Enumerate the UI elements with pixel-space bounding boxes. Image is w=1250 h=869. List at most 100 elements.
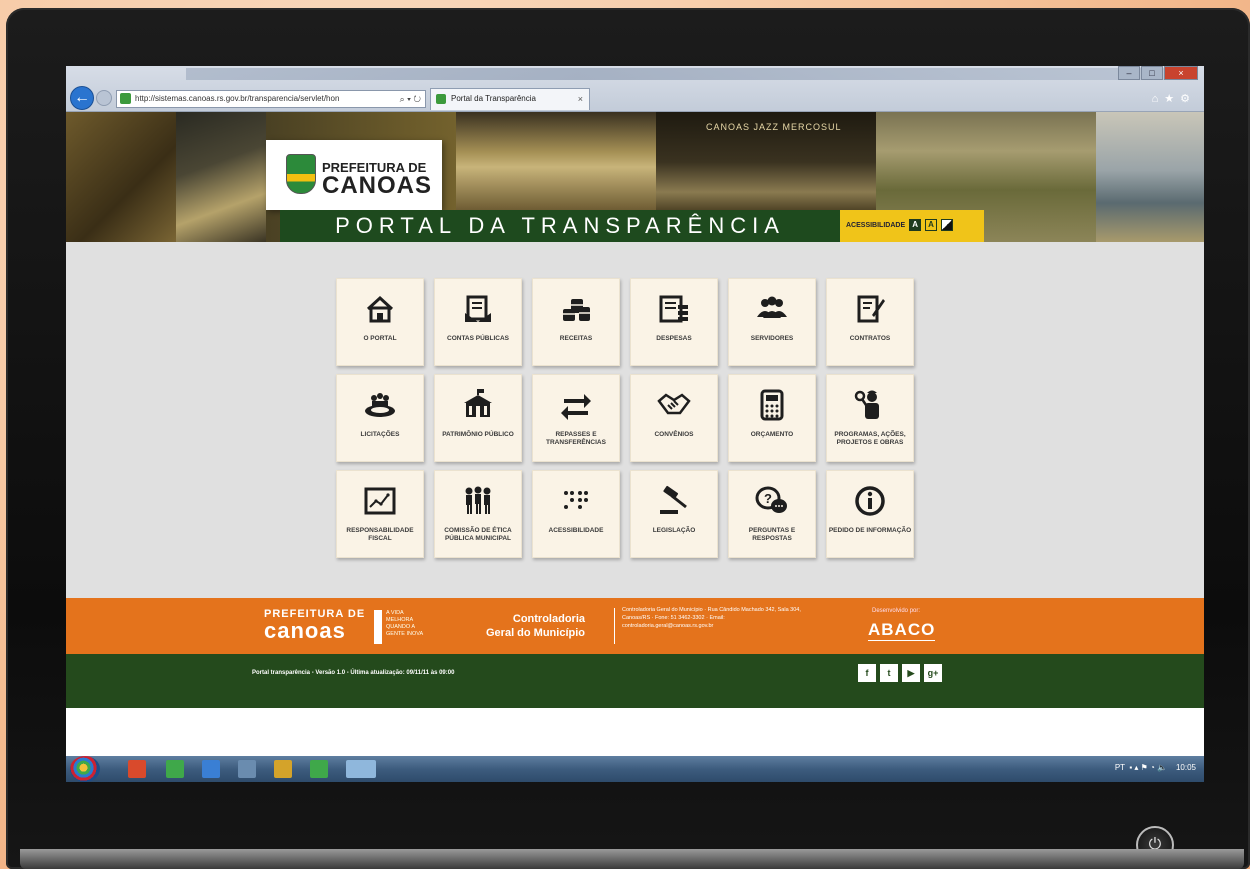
contract-icon (857, 295, 885, 323)
active-tab[interactable]: Portal da Transparência × (430, 88, 590, 110)
start-button[interactable] (70, 756, 100, 782)
spreadsheet-taskbar-icon[interactable] (310, 760, 328, 778)
high-contrast-button[interactable] (940, 219, 953, 232)
menu-tile-7[interactable]: PATRIMÔNIO PÚBLICO (434, 374, 522, 462)
menu-tile-12[interactable]: RESPONSABILIDADE FISCAL (336, 470, 424, 558)
menu-tile-11[interactable]: PROGRAMAS, AÇÕES, PROJETOS E OBRAS (826, 374, 914, 462)
footer-logo[interactable]: PREFEITURA DE canoas A VIDA MELHORA QUAN… (264, 608, 423, 644)
menu-tile-10[interactable]: ORÇAMENTO (728, 374, 816, 462)
tab-favicon-icon (436, 94, 446, 104)
monitor-stand-edge (20, 849, 1244, 869)
menu-tile-4[interactable]: SERVIDORES (728, 278, 816, 366)
version-text: Portal transparência - Versão 1.0 - Últi… (252, 670, 455, 676)
address-url: http://sistemas.canoas.rs.gov.br/transpa… (135, 94, 340, 103)
search-refresh-icon[interactable]: ⌕ ▾ ↻ (400, 91, 421, 107)
prefeitura-logo[interactable]: PREFEITURA DE CANOAS (266, 140, 442, 210)
banner-photo-bridge (1096, 112, 1204, 242)
controladoria-line2: Geral do Município (486, 627, 586, 639)
committee-icon (465, 486, 491, 514)
menu-tile-3[interactable]: DESPESAS (630, 278, 718, 366)
app-taskbar-icon[interactable] (202, 760, 220, 778)
menu-tile-1[interactable]: CONTAS PÚBLICAS (434, 278, 522, 366)
menu-tile-label: RESPONSABILIDADE FISCAL (346, 527, 414, 542)
controladoria-title: Controladoria Geral do Município (486, 612, 585, 640)
coins-icon (563, 299, 590, 321)
banner-photo-building (456, 112, 656, 212)
background-tabs[interactable] (186, 68, 1166, 80)
menu-tile-6[interactable]: LICITAÇÕES (336, 374, 424, 462)
forward-button[interactable] (96, 90, 112, 106)
banner-photo-road (176, 112, 266, 242)
jazz-caption: CANOAS JAZZ MERCOSUL (706, 122, 842, 132)
close-window-button[interactable]: × (1164, 66, 1198, 80)
menu-tile-label: LEGISLAÇÃO (652, 527, 696, 534)
chart-icon (364, 487, 396, 515)
tray-clock[interactable]: 10:05 (1176, 763, 1196, 772)
transfer-icon (561, 394, 591, 420)
tab-title: Portal da Transparência (451, 94, 536, 103)
menu-tile-13[interactable]: COMISSÃO DE ÉTICA PÚBLICA MUNICIPAL (434, 470, 522, 558)
menu-grid: O PORTAL CONTAS PÚBLICAS RECEITAS DESPESAS S… (336, 278, 914, 558)
menu-tile-label: SERVIDORES (750, 335, 794, 342)
site-icon (120, 93, 131, 104)
windows-taskbar: PT ▪ ▴ ⚑ ◔ 🔈 10:05 (66, 756, 1204, 782)
menu-tile-14[interactable]: ACESSIBILIDADE (532, 470, 620, 558)
logo-line2: CANOAS (322, 172, 433, 199)
main-content: O PORTAL CONTAS PÚBLICAS RECEITAS DESPESAS S… (66, 242, 1204, 598)
tab-close-icon[interactable]: × (578, 89, 583, 109)
menu-tile-2[interactable]: RECEITAS (532, 278, 620, 366)
chrome-taskbar-icon[interactable] (128, 760, 146, 778)
menu-tile-0[interactable]: O PORTAL (336, 278, 424, 366)
folder-taskbar-icon[interactable] (274, 760, 292, 778)
back-button[interactable]: ← (70, 86, 94, 110)
menu-tile-5[interactable]: CONTRATOS (826, 278, 914, 366)
youtube-icon[interactable]: ▶ (902, 664, 920, 682)
menu-tile-label: DESPESAS (656, 335, 692, 342)
browser-tools-icons[interactable]: ⌂★⚙ (1152, 92, 1196, 105)
banner-photo-monument (66, 112, 176, 242)
building-icon (464, 389, 492, 417)
menu-tile-15[interactable]: LEGISLAÇÃO (630, 470, 718, 558)
menu-tile-9[interactable]: CONVÊNIOS (630, 374, 718, 462)
excel-taskbar-icon[interactable] (166, 760, 184, 778)
menu-tile-label: RECEITAS (559, 335, 593, 342)
menu-tile-label: PROGRAMAS, AÇÕES, PROJETOS E OBRAS (834, 431, 906, 446)
social-links: f t ▶ g+ (858, 664, 946, 682)
font-contrast-button[interactable]: A (909, 219, 922, 232)
footer-slogan: A VIDA MELHORA QUANDO A GENTE INOVA (386, 610, 424, 637)
menu-tile-label: ORÇAMENTO (750, 431, 794, 438)
menu-tile-16[interactable]: ? PERGUNTAS E RESPOSTAS (728, 470, 816, 558)
controladoria-info: Controladoria Geral do Município · Rua C… (622, 607, 801, 629)
window-controls: – □ × (1117, 66, 1198, 80)
house-icon (366, 295, 394, 323)
twitter-icon[interactable]: t (880, 664, 898, 682)
worker-icon (854, 390, 879, 419)
footer-logo-line2: canoas (264, 618, 346, 643)
ie-taskbar-icon[interactable] (346, 760, 376, 778)
calculator-icon (760, 389, 784, 421)
menu-tile-label: CONTRATOS (849, 335, 891, 342)
browser-chrome: – □ × ← http://sistemas.canoas.rs.gov.br… (66, 66, 1204, 112)
maximize-button[interactable]: □ (1141, 66, 1163, 80)
abaco-logo[interactable]: ABACO (868, 620, 936, 641)
googleplus-icon[interactable]: g+ (924, 664, 942, 682)
menu-tile-8[interactable]: REPASSES E TRANSFERÊNCIAS (532, 374, 620, 462)
menu-tile-17[interactable]: PEDIDO DE INFORMAÇÃO (826, 470, 914, 558)
footer-divider (614, 608, 615, 644)
gavel-icon (660, 485, 687, 514)
menu-tile-label: PERGUNTAS E RESPOSTAS (748, 527, 796, 542)
minimize-button[interactable]: – (1118, 66, 1140, 80)
system-tray[interactable]: PT ▪ ▴ ⚑ ◔ 🔈 10:05 (1115, 763, 1196, 772)
developed-by-label: Desenvolvido por: (872, 608, 921, 614)
address-bar[interactable]: http://sistemas.canoas.rs.gov.br/transpa… (116, 90, 426, 108)
facebook-icon[interactable]: f (858, 664, 876, 682)
footer-logo-bar (374, 610, 382, 644)
font-size-button[interactable]: A (925, 219, 938, 232)
site-banner: CANOAS JAZZ MERCOSUL PREFEITURA DE CANOA… (66, 112, 1204, 242)
bill-icon (659, 295, 688, 323)
menu-tile-label: CONVÊNIOS (654, 431, 694, 438)
explorer-taskbar-icon[interactable] (238, 760, 256, 778)
tray-language[interactable]: PT (1115, 763, 1125, 772)
document-icon (465, 295, 491, 322)
menu-tile-label: LICITAÇÕES (360, 431, 400, 438)
